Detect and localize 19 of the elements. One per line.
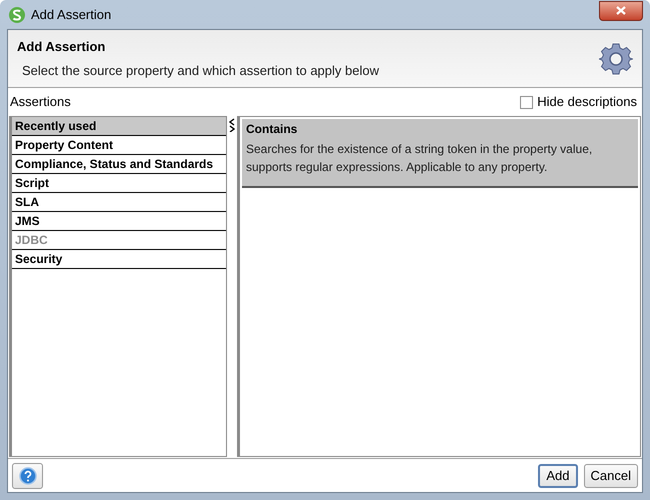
close-icon <box>616 6 626 15</box>
checkbox-label[interactable]: Hide descriptions <box>537 92 637 112</box>
assertion-name: Contains <box>246 121 298 138</box>
header-title: Add Assertion <box>17 38 106 56</box>
collapse-arrows-icon[interactable] <box>229 118 235 132</box>
checkbox[interactable] <box>520 96 534 108</box>
assertion-description: Searches for the existence of a string token in the property value, supports regular expressions. Applicable to any property. <box>246 141 594 176</box>
assertion-item[interactable]: Contains Searches for the existence of a string token in the property value, supports regular expressions. Applicable to any property. <box>242 119 638 188</box>
help-icon <box>18 466 36 484</box>
window-title: Add Assertion <box>31 6 112 24</box>
app-logo-icon <box>9 6 25 22</box>
help-button[interactable] <box>12 462 43 488</box>
category-item[interactable]: Recently used <box>12 117 226 136</box>
dialog-button[interactable]: Cancel <box>584 464 638 488</box>
header-subtitle: Select the source property and which assertion to apply below <box>22 62 380 80</box>
dialog-button[interactable]: Add <box>538 464 578 488</box>
gear-icon <box>599 42 633 76</box>
close-button[interactable] <box>599 0 643 20</box>
assertions-label: Assertions <box>10 93 72 112</box>
